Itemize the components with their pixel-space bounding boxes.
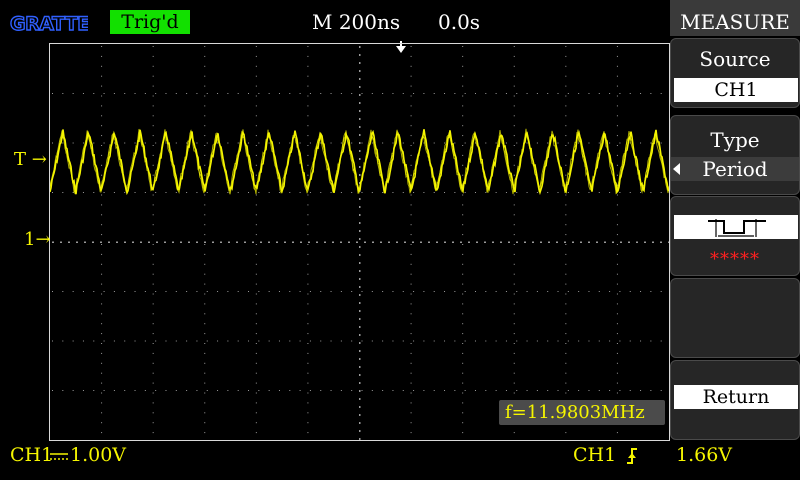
result-softkey[interactable]: ***** bbox=[670, 196, 800, 276]
source-label: Source bbox=[699, 47, 771, 71]
menu-title: MEASURE bbox=[670, 0, 800, 36]
return-softkey[interactable]: Return bbox=[670, 360, 800, 440]
ch1-trace-path bbox=[50, 128, 669, 195]
ch1-ground-marker[interactable]: 1→ bbox=[24, 230, 51, 250]
period-diagram-icon bbox=[674, 215, 798, 239]
trigger-level-marker[interactable]: T → bbox=[14, 150, 47, 170]
ch1-volts-per-div: 1.00V bbox=[70, 444, 127, 466]
dc-coupling-icon bbox=[50, 448, 68, 467]
trigger-source: CH1 bbox=[573, 444, 617, 466]
trigger-level-readout: 1.66V bbox=[676, 444, 733, 466]
return-label: Return bbox=[674, 385, 798, 409]
ch1-label: CH1 bbox=[10, 444, 54, 466]
waveform-display[interactable] bbox=[49, 43, 670, 441]
trigger-status-badge: Trig'd bbox=[110, 10, 190, 34]
timebase-readout: M 200ns bbox=[312, 10, 401, 34]
empty-softkey[interactable] bbox=[670, 278, 800, 358]
brand-logo: GRATTEN bbox=[9, 9, 106, 35]
svg-text:GRATTEN: GRATTEN bbox=[10, 13, 88, 35]
source-value: CH1 bbox=[674, 78, 798, 102]
frequency-readout: f=11.9803MHz bbox=[499, 400, 665, 425]
source-softkey[interactable]: Source CH1 bbox=[670, 38, 800, 108]
measurement-result: ***** bbox=[710, 249, 760, 270]
ch1-waveform bbox=[50, 128, 669, 196]
type-label: Type bbox=[710, 128, 760, 152]
measure-menu: MEASURE Source CH1 Type Period ***** Ret… bbox=[670, 0, 800, 440]
rising-edge-icon bbox=[625, 446, 639, 470]
type-value: Period bbox=[702, 157, 768, 181]
type-softkey[interactable]: Type Period bbox=[670, 115, 800, 195]
horizontal-delay-readout: 0.0s bbox=[438, 10, 481, 34]
